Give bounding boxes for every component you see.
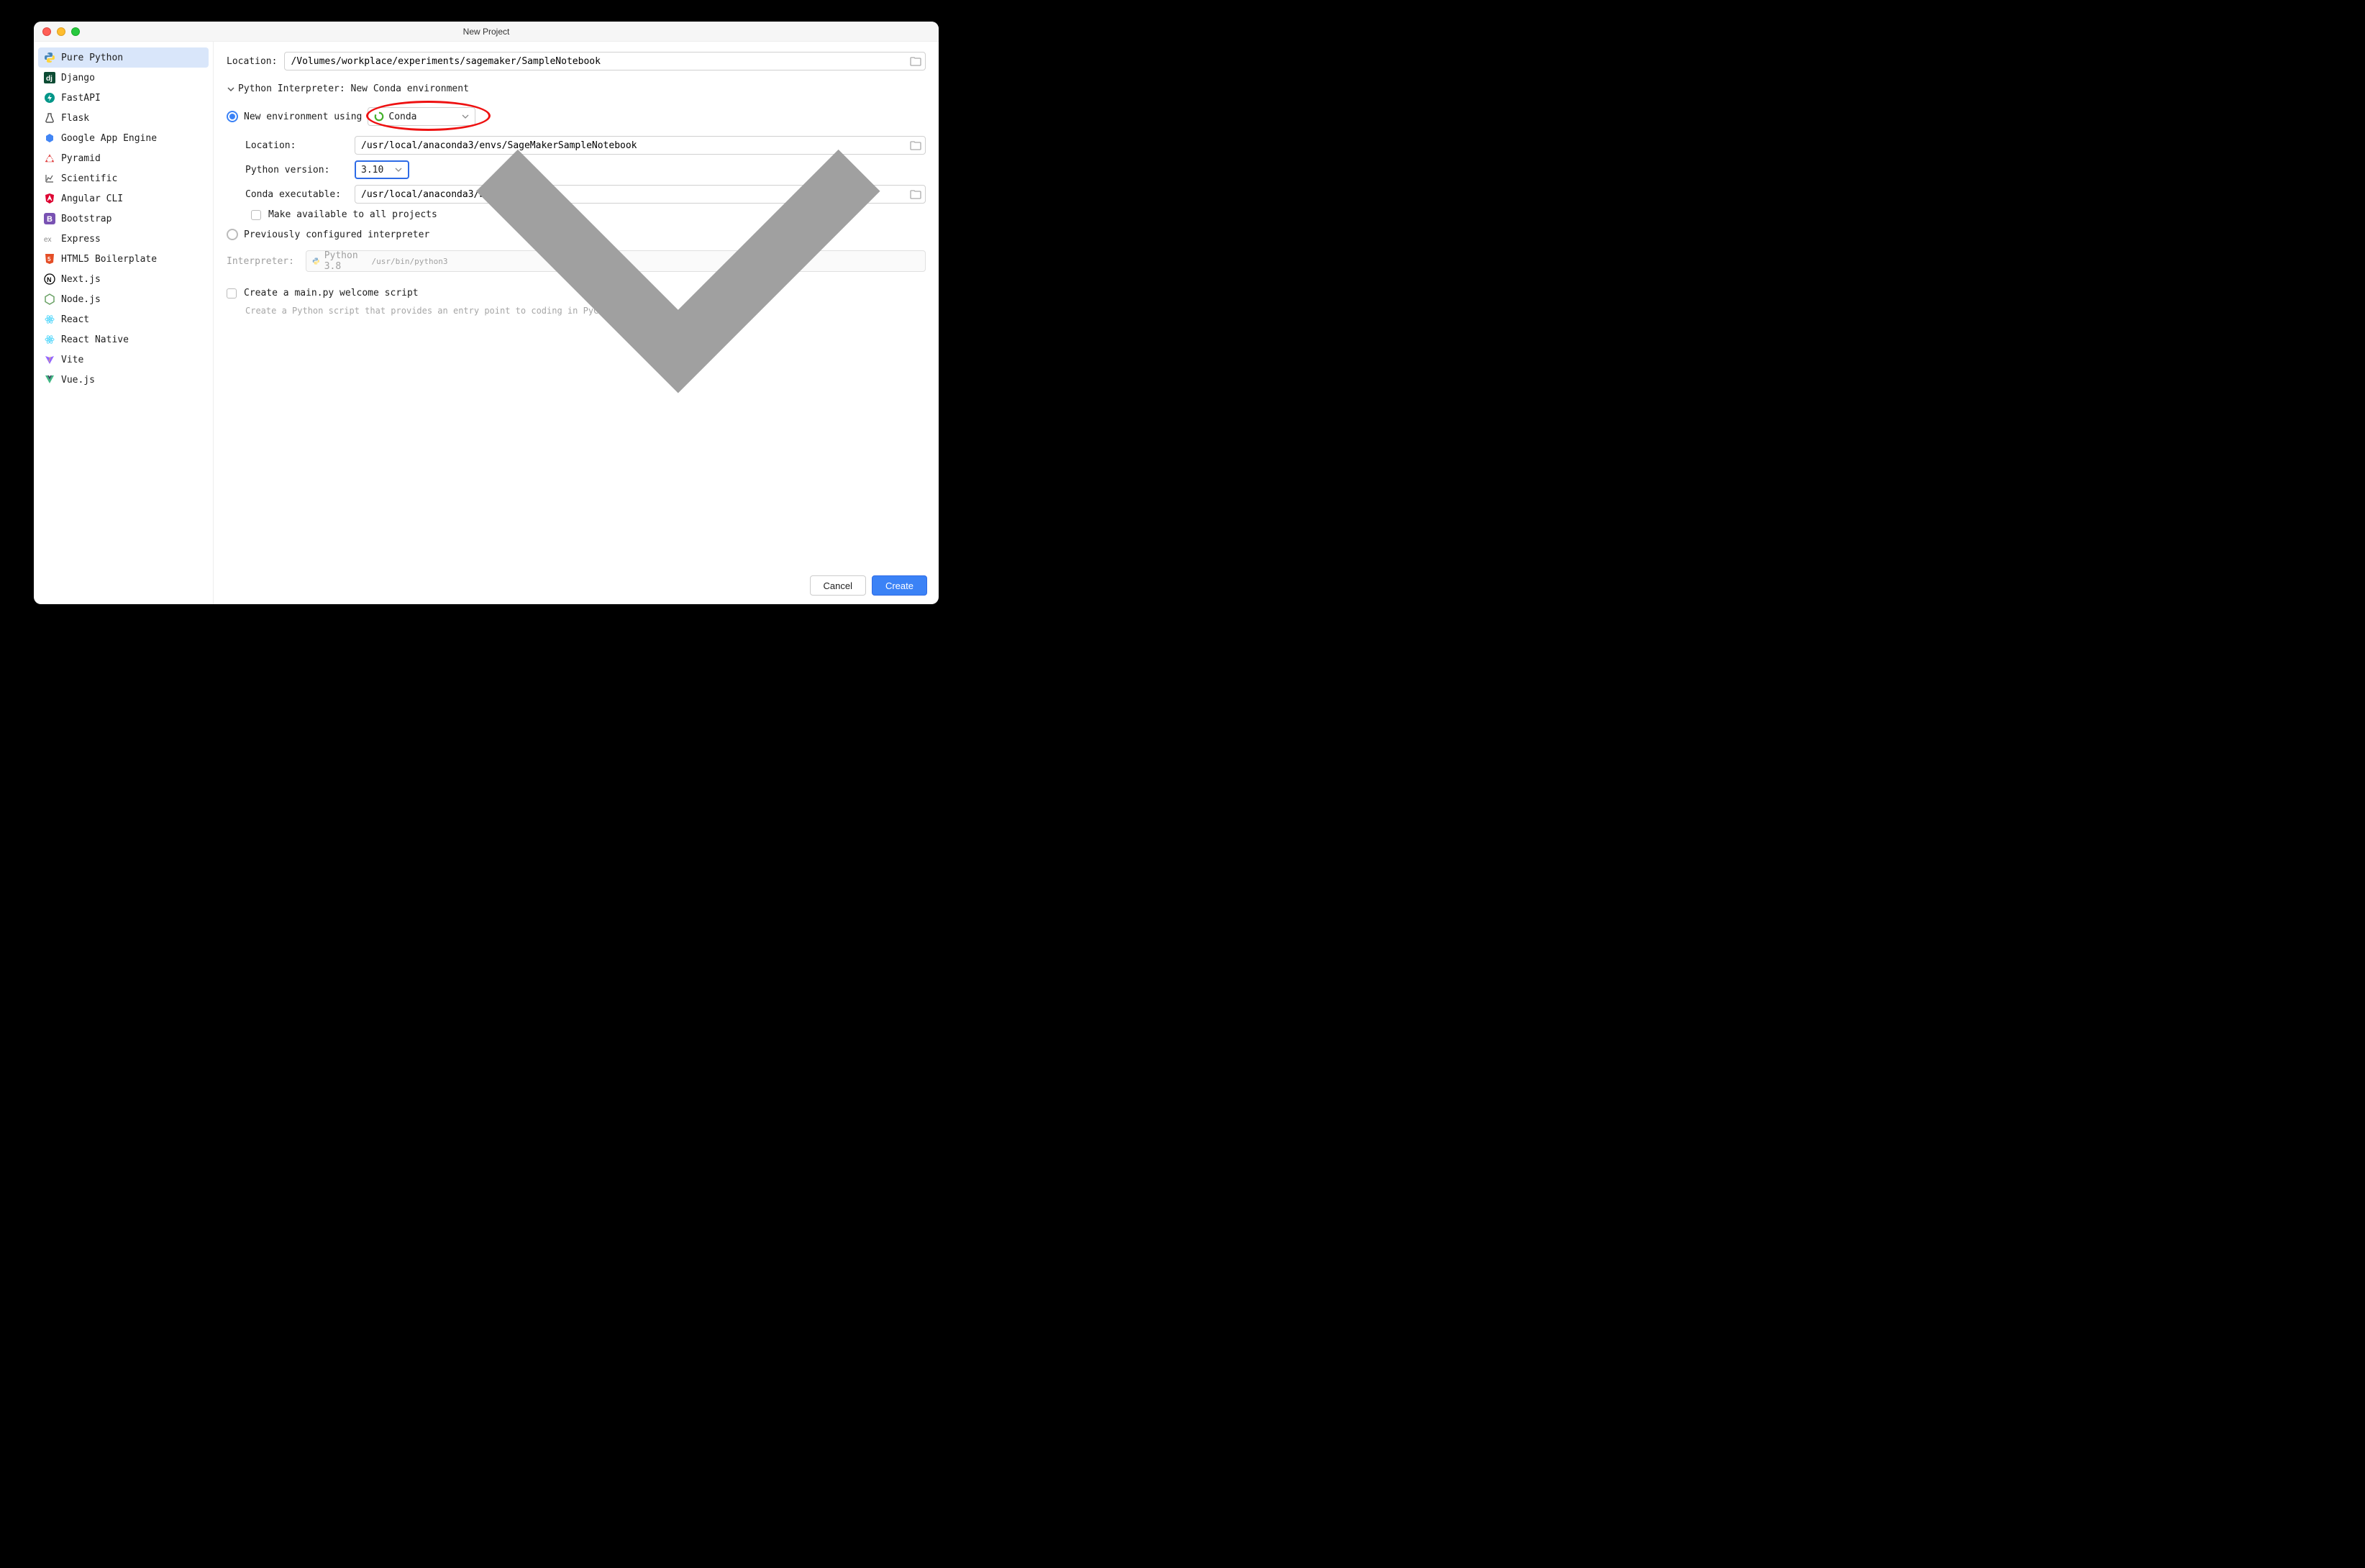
create-main-label: Create a main.py welcome script bbox=[244, 288, 419, 298]
sidebar-item-react-native[interactable]: React Native bbox=[38, 329, 209, 350]
python-version-label: Python version: bbox=[245, 165, 347, 176]
python-icon bbox=[44, 52, 55, 63]
sidebar-item-html5[interactable]: 5 HTML5 Boilerplate bbox=[38, 249, 209, 269]
interpreter-row: Interpreter: Python 3.8 /usr/bin/python3 bbox=[227, 250, 926, 272]
make-available-checkbox[interactable] bbox=[251, 210, 261, 220]
flask-icon bbox=[44, 112, 55, 124]
scientific-icon bbox=[44, 173, 55, 184]
pyramid-icon bbox=[44, 152, 55, 164]
nodejs-icon bbox=[44, 293, 55, 305]
sidebar-item-bootstrap[interactable]: B Bootstrap bbox=[38, 209, 209, 229]
sidebar-item-label: Node.js bbox=[61, 294, 101, 305]
env-tool-value: Conda bbox=[388, 111, 416, 122]
previous-interp-label: Previously configured interpreter bbox=[244, 229, 429, 240]
svg-text:ex: ex bbox=[44, 236, 52, 244]
sidebar-item-label: Django bbox=[61, 73, 95, 83]
minimize-icon[interactable] bbox=[57, 27, 65, 36]
sidebar-item-fastapi[interactable]: FastAPI bbox=[38, 88, 209, 108]
sidebar-item-label: Vite bbox=[61, 355, 83, 365]
folder-icon[interactable] bbox=[910, 189, 921, 199]
sidebar-item-label: Express bbox=[61, 234, 101, 245]
create-main-checkbox[interactable] bbox=[227, 288, 237, 298]
close-icon[interactable] bbox=[42, 27, 51, 36]
sidebar-item-nextjs[interactable]: N Next.js bbox=[38, 269, 209, 289]
sidebar-item-label: Flask bbox=[61, 113, 89, 124]
sidebar-item-label: Angular CLI bbox=[61, 193, 123, 204]
sidebar-item-gae[interactable]: Google App Engine bbox=[38, 128, 209, 148]
sidebar-item-angular[interactable]: Angular CLI bbox=[38, 188, 209, 209]
previous-interp-radio[interactable] bbox=[227, 229, 238, 240]
sidebar-item-nodejs[interactable]: Node.js bbox=[38, 289, 209, 309]
sidebar-item-label: FastAPI bbox=[61, 93, 101, 104]
interpreter-name: Python 3.8 bbox=[324, 250, 368, 272]
folder-icon[interactable] bbox=[910, 140, 921, 150]
sidebar-item-vuejs[interactable]: Vue.js bbox=[38, 370, 209, 390]
sidebar-item-label: Vue.js bbox=[61, 375, 95, 386]
interpreter-label: Interpreter: bbox=[227, 256, 299, 267]
conda-exe-label: Conda executable: bbox=[245, 189, 347, 200]
conda-icon bbox=[374, 111, 384, 122]
sidebar-item-pure-python[interactable]: Pure Python bbox=[38, 47, 209, 68]
sidebar-item-label: Next.js bbox=[61, 274, 101, 285]
sidebar-item-vite[interactable]: Vite bbox=[38, 350, 209, 370]
sidebar-item-django[interactable]: dj Django bbox=[38, 68, 209, 88]
interpreter-header-label: Python Interpreter: New Conda environmen… bbox=[238, 83, 469, 94]
python-version-select[interactable]: 3.10 bbox=[355, 160, 409, 179]
google-app-engine-icon bbox=[44, 132, 55, 144]
window-body: Pure Python dj Django FastAPI Flask bbox=[34, 42, 939, 604]
cancel-button[interactable]: Cancel bbox=[810, 575, 866, 596]
sidebar-item-label: Pyramid bbox=[61, 153, 101, 164]
django-icon: dj bbox=[44, 72, 55, 83]
sidebar-item-label: Bootstrap bbox=[61, 214, 111, 224]
express-icon: ex bbox=[44, 233, 55, 245]
env-location-label: Location: bbox=[245, 140, 347, 151]
nextjs-icon: N bbox=[44, 273, 55, 285]
sidebar-item-label: Google App Engine bbox=[61, 133, 157, 144]
zoom-icon[interactable] bbox=[71, 27, 80, 36]
new-env-label: New environment using bbox=[244, 111, 362, 122]
svg-text:B: B bbox=[47, 215, 53, 224]
sidebar-item-express[interactable]: ex Express bbox=[38, 229, 209, 249]
angular-icon bbox=[44, 193, 55, 204]
react-icon bbox=[44, 314, 55, 325]
vuejs-icon bbox=[44, 374, 55, 386]
sidebar-item-flask[interactable]: Flask bbox=[38, 108, 209, 128]
interpreter-path: /usr/bin/python3 bbox=[372, 257, 448, 266]
html5-icon: 5 bbox=[44, 253, 55, 265]
make-available-label: Make available to all projects bbox=[268, 209, 437, 220]
dialog-footer: Cancel Create bbox=[810, 575, 928, 596]
bootstrap-icon: B bbox=[44, 213, 55, 224]
sidebar-item-label: Scientific bbox=[61, 173, 117, 184]
new-project-window: New Project Pure Python dj Django FastAP bbox=[34, 22, 939, 604]
sidebar-item-pyramid[interactable]: Pyramid bbox=[38, 148, 209, 168]
folder-icon[interactable] bbox=[910, 56, 921, 66]
interpreter-select[interactable]: Python 3.8 /usr/bin/python3 bbox=[306, 250, 926, 272]
sidebar-item-label: React bbox=[61, 314, 89, 325]
chevron-down-icon bbox=[395, 166, 402, 173]
python-version-value: 3.10 bbox=[361, 165, 383, 176]
svg-text:5: 5 bbox=[47, 256, 51, 263]
chevron-down-icon bbox=[452, 35, 905, 488]
new-env-radio[interactable] bbox=[227, 111, 238, 122]
chevron-down-icon bbox=[227, 85, 235, 94]
main-panel: Location: Python Interpreter: New Conda … bbox=[214, 42, 939, 604]
traffic-lights bbox=[42, 27, 80, 36]
sidebar-item-scientific[interactable]: Scientific bbox=[38, 168, 209, 188]
location-label: Location: bbox=[227, 56, 277, 67]
react-native-icon bbox=[44, 334, 55, 345]
create-button[interactable]: Create bbox=[872, 575, 927, 596]
python-icon bbox=[312, 256, 320, 266]
sidebar-item-react[interactable]: React bbox=[38, 309, 209, 329]
svg-text:N: N bbox=[47, 276, 52, 283]
fastapi-icon bbox=[44, 92, 55, 104]
svg-text:dj: dj bbox=[46, 75, 53, 83]
sidebar-item-label: React Native bbox=[61, 334, 129, 345]
vite-icon bbox=[44, 354, 55, 365]
sidebar-item-label: Pure Python bbox=[61, 53, 123, 63]
sidebar-item-label: HTML5 Boilerplate bbox=[61, 254, 157, 265]
project-type-sidebar: Pure Python dj Django FastAPI Flask bbox=[34, 42, 214, 604]
